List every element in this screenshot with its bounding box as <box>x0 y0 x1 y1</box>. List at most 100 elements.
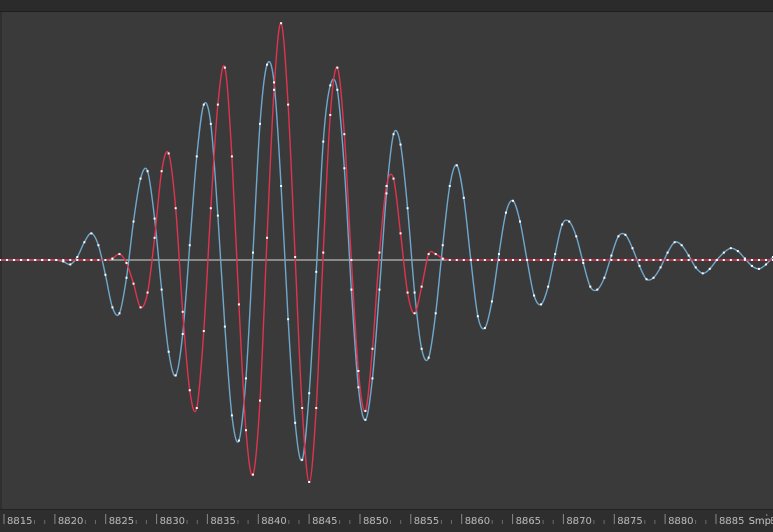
sample-point[interactable] <box>111 306 114 309</box>
sample-point[interactable] <box>631 259 634 261</box>
sample-point[interactable] <box>251 473 254 476</box>
sample-point[interactable] <box>146 291 149 294</box>
sample-point[interactable] <box>582 261 585 264</box>
sample-point[interactable] <box>34 259 37 261</box>
sample-point[interactable] <box>455 259 458 261</box>
sample-point[interactable] <box>399 232 402 235</box>
sample-point[interactable] <box>427 253 430 256</box>
sample-point[interactable] <box>645 278 648 281</box>
sample-point[interactable] <box>104 273 107 276</box>
sample-point[interactable] <box>582 259 585 261</box>
sample-point[interactable] <box>490 259 493 261</box>
sample-point[interactable] <box>118 253 121 256</box>
sample-point[interactable] <box>223 325 226 328</box>
sample-point[interactable] <box>336 66 339 69</box>
sample-point[interactable] <box>610 254 613 257</box>
sample-point[interactable] <box>371 377 374 380</box>
sample-point[interactable] <box>371 347 374 350</box>
sample-point[interactable] <box>519 220 522 223</box>
sample-point[interactable] <box>603 276 606 279</box>
sample-point[interactable] <box>736 259 739 261</box>
sample-point[interactable] <box>406 207 409 210</box>
sample-point[interactable] <box>294 256 297 259</box>
sample-point[interactable] <box>659 266 662 269</box>
sample-point[interactable] <box>174 374 177 377</box>
sample-point[interactable] <box>153 217 156 220</box>
sample-point[interactable] <box>694 259 697 261</box>
sample-point[interactable] <box>736 250 739 253</box>
sample-point[interactable] <box>448 259 451 261</box>
sample-point[interactable] <box>202 330 205 333</box>
sample-point[interactable] <box>547 259 550 261</box>
sample-point[interactable] <box>554 259 557 261</box>
sample-point[interactable] <box>596 288 599 291</box>
sample-point[interactable] <box>666 259 669 261</box>
sample-point[interactable] <box>27 259 30 261</box>
sample-point[interactable] <box>617 259 620 261</box>
sample-point[interactable] <box>301 458 304 461</box>
sample-point[interactable] <box>533 294 536 297</box>
sample-ruler[interactable]: 8815 8820 8825 8830 8835 8840 8845 8850 8855 8860… <box>0 509 773 532</box>
sample-point[interactable] <box>455 164 458 167</box>
sample-point[interactable] <box>83 241 86 244</box>
sample-point[interactable] <box>568 259 571 261</box>
sample-point[interactable] <box>125 276 128 279</box>
sample-point[interactable] <box>764 259 767 261</box>
sample-point[interactable] <box>540 303 543 306</box>
sample-point[interactable] <box>378 288 381 291</box>
sample-point[interactable] <box>357 386 360 389</box>
sample-point[interactable] <box>160 288 163 291</box>
sample-point[interactable] <box>680 244 683 247</box>
sample-point[interactable] <box>378 251 381 254</box>
sample-point[interactable] <box>111 257 114 260</box>
sample-point[interactable] <box>13 259 16 261</box>
sample-point[interactable] <box>722 259 725 261</box>
sample-point[interactable] <box>104 259 107 261</box>
sample-point[interactable] <box>729 259 732 261</box>
sample-point[interactable] <box>125 261 128 264</box>
sample-point[interactable] <box>533 259 536 261</box>
sample-point[interactable] <box>701 259 704 261</box>
sample-point[interactable] <box>638 259 641 261</box>
sample-point[interactable] <box>673 259 676 261</box>
sample-point[interactable] <box>251 251 254 254</box>
sample-point[interactable] <box>448 185 451 187</box>
sample-point[interactable] <box>406 291 409 294</box>
sample-point[interactable] <box>757 259 760 261</box>
sample-point[interactable] <box>750 264 753 267</box>
sample-point[interactable] <box>48 259 51 261</box>
sample-point[interactable] <box>624 259 627 261</box>
sample-point[interactable] <box>673 241 676 244</box>
sample-point[interactable] <box>273 88 276 91</box>
sample-point[interactable] <box>511 259 514 261</box>
sample-point[interactable] <box>434 312 437 315</box>
sample-point[interactable] <box>350 259 353 261</box>
sample-point[interactable] <box>757 267 760 270</box>
sample-point[interactable] <box>483 259 486 261</box>
sample-point[interactable] <box>230 155 233 158</box>
sample-point[interactable] <box>434 253 437 256</box>
sample-point[interactable] <box>223 66 226 69</box>
sample-point[interactable] <box>441 244 444 247</box>
sample-point[interactable] <box>41 259 44 261</box>
sample-point[interactable] <box>350 288 353 291</box>
sample-point[interactable] <box>392 177 395 180</box>
sample-point[interactable] <box>554 253 557 256</box>
sample-point[interactable] <box>476 259 479 261</box>
sample-point[interactable] <box>315 270 318 273</box>
sample-point[interactable] <box>167 152 170 155</box>
sample-point[interactable] <box>603 259 606 261</box>
sample-point[interactable] <box>266 236 269 239</box>
sample-point[interactable] <box>652 259 655 261</box>
sample-point[interactable] <box>659 259 662 261</box>
sample-point[interactable] <box>729 247 732 250</box>
sample-point[interactable] <box>385 185 388 187</box>
sample-point[interactable] <box>167 350 170 353</box>
sample-point[interactable] <box>294 421 297 424</box>
sample-point[interactable] <box>301 407 304 409</box>
sample-point[interactable] <box>561 259 564 261</box>
sample-point[interactable] <box>547 285 550 288</box>
sample-point[interactable] <box>202 103 205 106</box>
sample-point[interactable] <box>575 259 578 261</box>
sample-point[interactable] <box>687 254 690 257</box>
